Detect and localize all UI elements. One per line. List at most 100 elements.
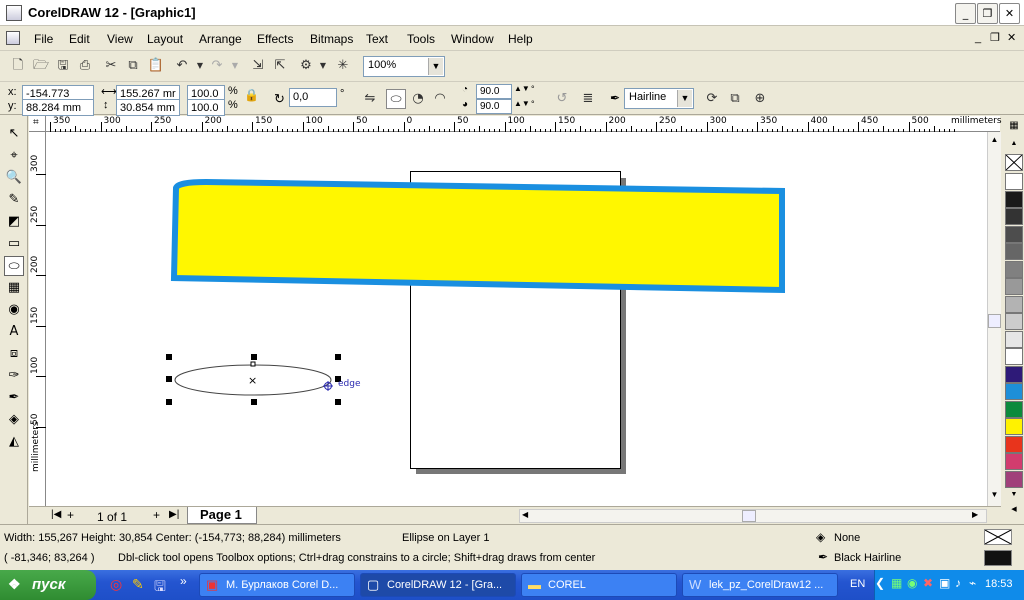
basic-shapes-tool-icon[interactable]: ◉ xyxy=(4,300,24,320)
import-icon[interactable]: ⇲ xyxy=(248,56,268,76)
color-swatch[interactable] xyxy=(1005,295,1023,313)
scale-y-field[interactable]: 100.0 xyxy=(187,99,225,116)
redo-dropdown-icon[interactable]: ▼ xyxy=(225,56,245,76)
text-tool-icon[interactable]: A xyxy=(4,322,24,342)
page-tab[interactable]: Page 1 xyxy=(187,507,257,524)
shape-tool-icon[interactable]: ⌖ xyxy=(4,146,24,166)
direction-icon[interactable]: ↺ xyxy=(552,89,572,109)
start-angle-spinner[interactable]: ▲▼ xyxy=(514,84,530,93)
tray-network-icon[interactable]: ▦ xyxy=(891,576,902,590)
menu-view[interactable]: View xyxy=(107,32,133,46)
vertical-ruler[interactable]: 300 250 200 150 100 50 millimeters xyxy=(29,132,46,506)
outline-color-swatch[interactable] xyxy=(984,550,1012,566)
color-swatch[interactable] xyxy=(1005,418,1023,435)
quicklaunch-more-icon[interactable]: » xyxy=(180,574,187,588)
copy-icon[interactable]: ⧉ xyxy=(123,56,143,76)
color-swatch[interactable] xyxy=(1005,260,1023,278)
color-swatch[interactable] xyxy=(1005,330,1023,348)
quicklaunch-tool-icon[interactable]: ✎ xyxy=(132,576,144,593)
color-swatch[interactable] xyxy=(1005,453,1023,470)
task-pdf[interactable]: ▣ М. Бурлаков Corel D... xyxy=(199,573,355,597)
color-swatch[interactable] xyxy=(1005,190,1023,208)
color-swatch[interactable] xyxy=(1005,348,1023,365)
menu-effects[interactable]: Effects xyxy=(257,32,293,46)
menu-help[interactable]: Help xyxy=(508,32,533,46)
end-angle-spinner[interactable]: ▲▼ xyxy=(514,99,530,108)
color-swatch[interactable] xyxy=(1005,313,1023,330)
save-icon[interactable]: 🖫 xyxy=(53,56,73,76)
arc-mode-icon[interactable]: ◠ xyxy=(430,89,450,109)
color-swatch[interactable] xyxy=(1005,225,1023,243)
restore-button[interactable]: ❐ xyxy=(977,3,998,24)
last-page-icon[interactable]: ▶| xyxy=(169,509,179,520)
height-field[interactable]: 30.854 mm xyxy=(116,99,180,116)
cut-icon[interactable]: ✂ xyxy=(101,56,121,76)
menu-text[interactable]: Text xyxy=(366,32,388,46)
palette-expand-icon[interactable]: ◀ xyxy=(1005,505,1023,515)
minimize-button[interactable]: _ xyxy=(955,3,976,24)
menu-file[interactable]: File xyxy=(34,32,53,46)
add-page-after-icon[interactable]: + xyxy=(153,508,160,522)
color-swatch[interactable] xyxy=(1005,383,1023,400)
export-icon[interactable]: ⇱ xyxy=(270,56,290,76)
color-swatch[interactable] xyxy=(1005,278,1023,295)
palette-scroll-down-icon[interactable]: ▼ xyxy=(1005,491,1023,501)
center-target-icon[interactable]: ⊕ xyxy=(750,89,770,109)
menu-tools[interactable]: Tools xyxy=(407,32,435,46)
menu-layout[interactable]: Layout xyxy=(147,32,183,46)
ellipse-tool-icon[interactable]: ⬭ xyxy=(4,256,24,276)
start-button[interactable]: ❖ пуск xyxy=(0,570,96,600)
pick-tool-icon[interactable]: ↖ xyxy=(4,124,24,144)
drawing-canvas[interactable]: × edge xyxy=(46,132,987,506)
scroll-down-icon[interactable]: ▼ xyxy=(988,490,1001,503)
color-swatch[interactable] xyxy=(1005,365,1023,383)
menu-edit[interactable]: Edit xyxy=(69,32,90,46)
coreldraw-app-icon[interactable] xyxy=(6,5,22,21)
wrap-text-icon[interactable]: ≣ xyxy=(578,89,598,109)
color-swatch[interactable] xyxy=(1005,243,1023,260)
outline-tool-icon[interactable]: ✒ xyxy=(4,388,24,408)
tray-security-icon[interactable]: ✖ xyxy=(923,576,933,590)
scroll-right-icon[interactable]: ▶ xyxy=(972,510,978,519)
zoom-tool-icon[interactable]: 🔍 xyxy=(4,168,24,188)
no-color-swatch[interactable] xyxy=(1005,154,1023,171)
tray-collapse-icon[interactable]: ❮ xyxy=(875,576,885,590)
open-icon[interactable]: 🗁 xyxy=(31,56,51,76)
doc-close-button[interactable]: ✕ xyxy=(1007,31,1016,44)
tray-speaker-icon[interactable]: ♪ xyxy=(955,576,961,590)
undo-icon[interactable]: ↶ xyxy=(172,56,192,76)
scroll-thumb[interactable] xyxy=(988,314,1001,328)
convert-to-curves-icon[interactable]: ⟳ xyxy=(702,89,722,109)
horizontal-ruler[interactable]: 350 300 250 200 150 100 50 0 50 100 150 200 250 300 35… xyxy=(46,116,1002,132)
menu-window[interactable]: Window xyxy=(451,32,494,46)
freehand-tool-icon[interactable]: ✎ xyxy=(4,190,24,210)
color-swatch[interactable] xyxy=(1005,435,1023,453)
mirror-icon[interactable]: ⇋ xyxy=(360,89,380,109)
y-position-field[interactable]: 88.284 mm xyxy=(22,99,94,116)
eyedropper-tool-icon[interactable]: ✑ xyxy=(4,366,24,386)
polygon-tool-icon[interactable]: ▦ xyxy=(4,278,24,298)
task-word[interactable]: W lek_pz_CorelDraw12 ... xyxy=(682,573,838,597)
task-coreldraw[interactable]: ▢ CorelDRAW 12 - [Gra... xyxy=(360,573,516,597)
interactive-fill-tool-icon[interactable]: ◭ xyxy=(4,432,24,452)
quicklaunch-save-icon[interactable]: 🖫 xyxy=(154,576,166,600)
rectangle-tool-icon[interactable]: ▭ xyxy=(4,234,24,254)
launcher-dropdown-icon[interactable]: ▼ xyxy=(313,56,333,76)
new-icon[interactable]: 🗋 xyxy=(8,56,28,76)
doc-restore-button[interactable]: ❐ xyxy=(990,31,1000,44)
horizontal-scrollbar[interactable]: ◀ ▶ xyxy=(519,509,987,523)
tray-usb-icon[interactable]: ⌁ xyxy=(969,576,976,590)
scroll-thumb[interactable] xyxy=(742,510,756,522)
end-angle-field[interactable]: 90.0 xyxy=(476,99,512,114)
print-icon[interactable]: ⎙ xyxy=(75,56,95,76)
start-angle-field[interactable]: 90.0 xyxy=(476,84,512,99)
color-swatch[interactable] xyxy=(1005,470,1023,488)
quicklaunch-opera-icon[interactable]: ◎ xyxy=(110,576,122,593)
tray-monitor-icon[interactable]: ▣ xyxy=(939,576,950,590)
rotation-field[interactable]: 0,0 xyxy=(289,88,337,107)
outline-width-select[interactable]: Hairline ▼ xyxy=(624,88,694,109)
menu-arrange[interactable]: Arrange xyxy=(199,32,242,46)
fill-tool-icon[interactable]: ◈ xyxy=(4,410,24,430)
zoom-level-select[interactable]: 100% ▼ xyxy=(363,56,445,77)
color-swatch[interactable] xyxy=(1005,400,1023,418)
